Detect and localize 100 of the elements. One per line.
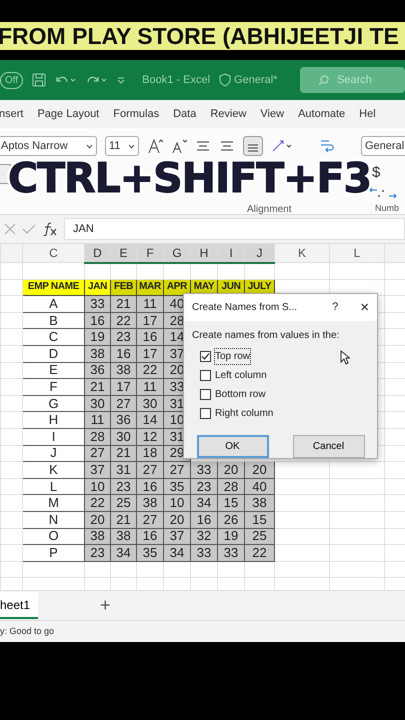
- sheet-tab[interactable]: heet1: [0, 592, 38, 619]
- ribbon-tab[interactable]: nsert: [0, 106, 24, 122]
- column-header[interactable]: G: [164, 244, 190, 262]
- align-bottom-icon[interactable]: [243, 136, 263, 156]
- table-cell: M: [22, 494, 84, 512]
- formula-input[interactable]: JAN: [64, 218, 405, 240]
- customize-icon[interactable]: [117, 76, 126, 84]
- column-header[interactable]: H: [190, 244, 218, 262]
- table-cell: 11: [136, 378, 164, 396]
- table-cell: J: [22, 445, 84, 462]
- orientation-icon[interactable]: [271, 139, 293, 153]
- currency-button[interactable]: $: [372, 162, 380, 184]
- table-cell: L: [22, 478, 84, 495]
- table-cell: 23: [110, 478, 136, 495]
- table-cell: 35: [136, 544, 164, 562]
- help-button[interactable]: ?: [332, 299, 338, 316]
- table-cell: 38: [84, 345, 110, 362]
- save-icon[interactable]: [32, 73, 46, 87]
- cancel-button[interactable]: Cancel: [292, 435, 364, 458]
- close-button[interactable]: ×: [360, 300, 369, 315]
- function-icon[interactable]: [42, 222, 58, 236]
- column-header[interactable]: F: [136, 244, 164, 262]
- table-cell: 21: [84, 378, 110, 396]
- wrap-text-icon[interactable]: [319, 138, 335, 154]
- table-cell: 27: [136, 462, 164, 478]
- ribbon-tab[interactable]: Data: [173, 106, 196, 122]
- font-size-dropdown[interactable]: 11: [105, 136, 139, 156]
- number-format-dropdown[interactable]: General: [361, 136, 405, 156]
- table-cell: H: [22, 412, 84, 428]
- table-cell: I: [22, 428, 84, 446]
- table-cell: 10: [164, 494, 190, 512]
- option-label[interactable]: Top row: [215, 349, 250, 364]
- table-cell: 22: [84, 494, 110, 512]
- option-label[interactable]: Right column: [215, 406, 274, 421]
- table-cell: 10: [84, 478, 110, 495]
- table-cell: 11: [136, 296, 164, 312]
- table-cell: 35: [164, 478, 190, 495]
- table-cell: 22: [136, 362, 164, 379]
- table-cell: 38: [110, 362, 136, 379]
- table-cell: 15: [218, 494, 244, 512]
- ribbon-tab[interactable]: Automate: [298, 106, 346, 122]
- table-cell: 16: [136, 328, 164, 346]
- table-cell: 21: [110, 445, 136, 462]
- search-icon: [318, 74, 329, 86]
- shrink-font-icon[interactable]: [171, 138, 187, 154]
- checkbox[interactable]: [200, 389, 211, 400]
- group-label: Numb: [375, 202, 400, 215]
- decimal-icon[interactable]: [369, 185, 399, 199]
- table-cell: 26: [218, 511, 244, 528]
- table-cell: 28: [84, 428, 110, 446]
- caret-icon: [128, 144, 135, 148]
- mouse-pointer-icon: [340, 350, 350, 365]
- column-header[interactable]: L: [330, 244, 384, 262]
- checkbox[interactable]: [200, 370, 211, 381]
- table-cell: E: [22, 362, 84, 379]
- table-cell: C: [22, 328, 84, 346]
- table-cell: 18: [136, 445, 164, 462]
- table-cell: 38: [84, 528, 110, 545]
- table-cell: 16: [190, 511, 218, 528]
- table-cell: 28: [218, 478, 244, 495]
- column-header[interactable]: E: [110, 244, 136, 262]
- ok-button[interactable]: OK: [196, 435, 268, 458]
- table-cell: 30: [110, 428, 136, 446]
- dialog-title: Create Names from S...: [192, 301, 298, 315]
- checkbox[interactable]: [200, 351, 211, 362]
- ribbon-tab[interactable]: Hel: [359, 106, 376, 122]
- ribbon-tab[interactable]: Review: [210, 106, 246, 122]
- shield-icon: [219, 73, 232, 87]
- table-cell: 27: [110, 395, 136, 412]
- option-label[interactable]: Left column: [215, 368, 267, 383]
- status-text: y: Good to go: [0, 624, 54, 638]
- ribbon-tab[interactable]: Page Layout: [37, 106, 100, 122]
- column-header[interactable]: K: [274, 244, 330, 262]
- table-cell: 36: [110, 412, 136, 428]
- table-cell: 31: [110, 462, 136, 478]
- header-cell: EMP NAME: [22, 279, 84, 296]
- column-header[interactable]: D: [84, 244, 110, 262]
- header-cell: FEB: [110, 279, 136, 296]
- table-cell: 23: [110, 328, 136, 346]
- table-cell: 16: [136, 478, 164, 495]
- add-sheet-button[interactable]: +: [100, 592, 111, 619]
- font-name-dropdown[interactable]: Aptos Narrow: [0, 136, 97, 156]
- ribbon-tab[interactable]: View: [260, 106, 284, 122]
- table-cell: 34: [164, 544, 190, 562]
- column-header[interactable]: C: [22, 244, 84, 262]
- table-cell: 21: [110, 296, 136, 312]
- table-cell: 37: [84, 462, 110, 478]
- table-cell: 25: [110, 494, 136, 512]
- checkbox[interactable]: [200, 408, 211, 419]
- table-cell: 38: [136, 494, 164, 512]
- table-cell: 20: [84, 511, 110, 528]
- column-header[interactable]: J: [244, 244, 274, 262]
- table-cell: 20: [218, 462, 244, 478]
- table-cell: 17: [136, 345, 164, 362]
- column-header[interactable]: I: [218, 244, 244, 262]
- grow-font-icon[interactable]: [147, 138, 163, 154]
- group-label: Alignment: [247, 203, 292, 217]
- option-label[interactable]: Bottom row: [215, 387, 266, 402]
- check-icon: [201, 352, 210, 361]
- ribbon-tab[interactable]: Formulas: [113, 106, 160, 122]
